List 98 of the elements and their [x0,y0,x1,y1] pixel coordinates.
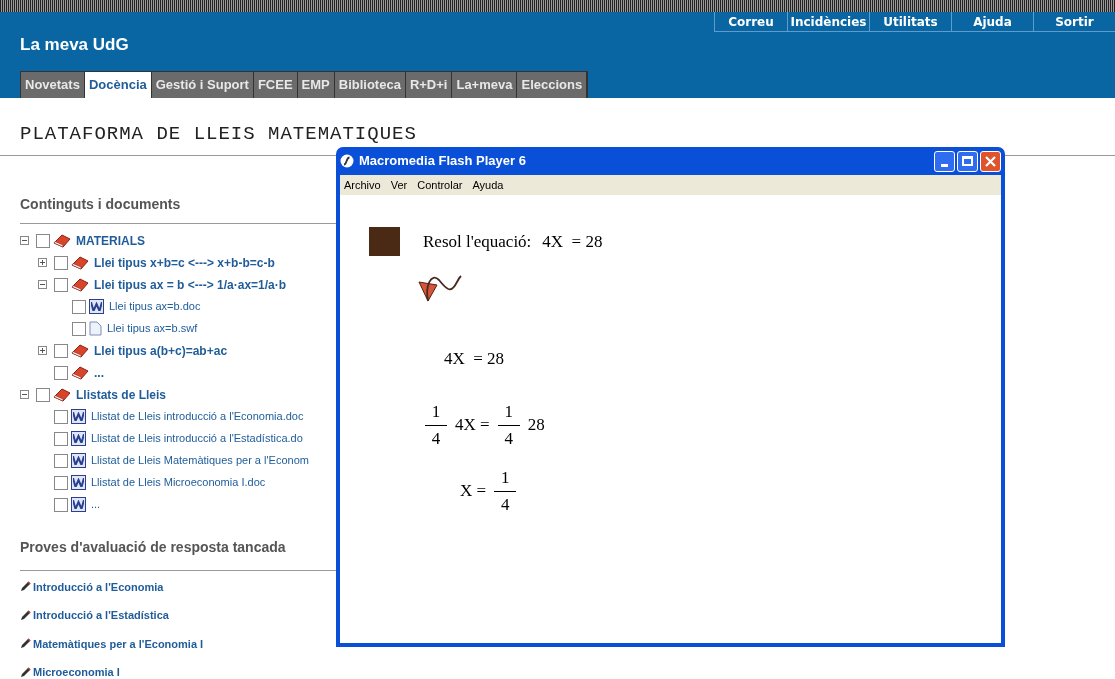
test-link[interactable]: Microeconomia I [33,664,120,679]
site-title: La meva UdG [20,34,129,56]
book-icon [71,255,89,270]
tree-link[interactable]: ... [94,363,104,382]
book-icon [71,343,89,358]
header-link[interactable]: Ajuda [951,12,1033,32]
minus-icon [22,238,27,243]
close-button[interactable] [980,150,1001,172]
collapse-toggle[interactable] [38,280,47,289]
menu-item[interactable]: Ver [390,176,408,194]
word-document-icon [71,475,86,490]
nav-tab[interactable]: FCEE [253,72,298,98]
word-document-icon [71,409,86,424]
header-link[interactable]: Utilitats [869,12,951,32]
checkbox[interactable] [72,321,86,336]
minus-icon [22,392,27,397]
equation-text: 28 [527,414,545,437]
nav-tab[interactable]: Gestió i Suport [151,72,254,98]
colour-swatch [369,227,400,256]
flash-logo-icon [340,154,354,168]
prompt-text: Resol l'equació: [423,230,532,253]
checkbox[interactable] [54,497,68,512]
tree-link[interactable]: Llistat de Lleis Microeconomia I.doc [91,474,266,491]
word-document-icon [71,497,86,512]
checkbox[interactable] [54,431,68,446]
denominator: 4 [431,427,441,450]
equation-text: 4X = 28 [542,230,603,253]
menu-item[interactable]: Archivo [344,176,381,194]
nav-tab[interactable]: Biblioteca [334,72,406,98]
test-link[interactable]: Introducció a l'Estadística [33,607,169,624]
equation-text: 4X = [455,414,490,437]
checkbox[interactable] [54,475,68,490]
word-document-icon [89,299,104,314]
nav-tab[interactable]: Eleccions [517,72,588,98]
close-icon [985,155,996,167]
pencil-icon [20,581,31,593]
nav-tab[interactable]: Docència [84,72,152,98]
nav-tab[interactable]: R+D+i [405,72,453,98]
numerator: 1 [503,401,514,423]
checkbox[interactable] [54,409,68,424]
plus-icon [40,260,45,265]
checkbox[interactable] [54,343,68,358]
test-link[interactable]: Introducció a l'Economia [33,578,164,595]
checkbox[interactable] [54,277,68,292]
menu-item[interactable]: Ayuda [472,176,504,194]
tree-link[interactable]: Llei tipus a(b+c)=ab+ac [94,341,228,360]
maximize-button[interactable] [957,150,978,172]
word-document-icon [71,453,86,468]
checkbox[interactable] [36,233,50,248]
tree-link[interactable]: Llistat de Lleis introducció a l'Economia.doc [91,408,304,425]
window-title: Macromedia Flash Player 6 [359,152,526,171]
checkbox[interactable] [36,387,50,402]
header-link[interactable]: Sortir [1033,12,1115,32]
expand-toggle[interactable] [38,258,47,267]
equation-text: X = [460,480,487,503]
nav-tab[interactable]: La+meva [452,72,518,98]
checkbox[interactable] [54,453,68,468]
checkbox[interactable] [54,365,68,380]
test-link[interactable]: Matemàtiques per a l'Economia I [33,635,204,652]
checkbox[interactable] [72,299,86,314]
book-icon [53,387,71,402]
document-icon [89,321,102,336]
collapse-toggle[interactable] [20,236,29,245]
denominator: 4 [500,493,510,516]
maximize-icon [962,156,973,166]
pencil-icon [20,609,31,621]
book-icon [53,233,71,248]
minus-icon [40,282,45,287]
tree-link[interactable]: Llistat de Lleis Matemàtiques per a l'Econom [91,452,309,469]
numerator: 1 [430,401,442,423]
tree-link[interactable]: Llei tipus ax=b.doc [109,298,201,315]
nav-tab[interactable]: EMP [297,72,335,98]
collapse-toggle[interactable] [20,390,29,399]
book-icon [71,277,89,292]
equation-text: 4X = 28 [444,348,505,371]
minimize-button[interactable] [934,150,955,172]
denominator: 4 [504,427,513,450]
pencil-icon [20,638,31,650]
tree-link[interactable]: MATERIALS [76,231,146,250]
numerator: 1 [499,467,511,489]
nav-tab[interactable]: Novetats [21,72,85,98]
page-title: PLATAFORMA DE LLEIS MATEMATIQUES [20,122,418,147]
pencil-icon [20,666,31,678]
tree-link[interactable]: Llei tipus x+b=c <---> x+b-b=c-b [94,253,275,272]
minimize-icon [941,163,948,167]
tree-link[interactable]: Llei tipus ax=b.swf [107,320,198,337]
tree-link[interactable]: Llei tipus ax = b <---> 1/a·ax=1/a·b [94,275,287,294]
header-link[interactable]: Correu [714,12,787,32]
word-document-icon [71,431,86,446]
tree-link[interactable]: ... [91,496,101,513]
menu-item[interactable]: Controlar [417,176,463,194]
header-link[interactable]: Incidències [787,12,869,32]
plus-icon [40,348,45,353]
expand-toggle[interactable] [38,346,47,355]
checkbox[interactable] [54,255,68,270]
book-icon [71,365,89,380]
tree-link[interactable]: Llistat de Lleis introducció a l'Estadística.do [91,430,303,447]
tree-link[interactable]: Llistats de Lleis [76,385,167,404]
